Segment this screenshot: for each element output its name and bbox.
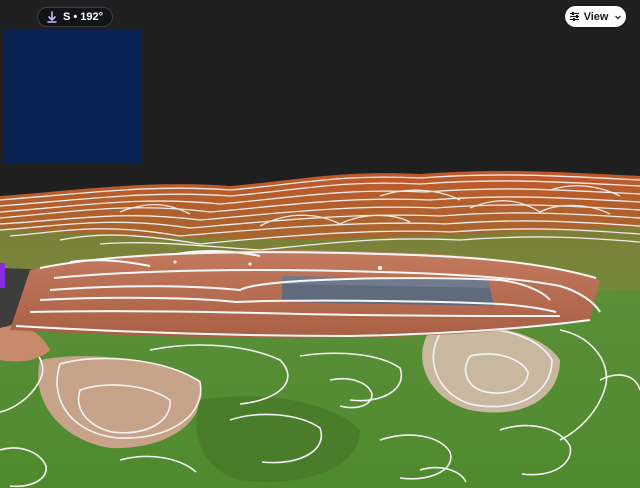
- side-panel-handle[interactable]: [0, 263, 5, 288]
- view-menu-label: View: [583, 10, 609, 23]
- compass-arrow-icon: [46, 11, 58, 23]
- sliders-icon: [569, 11, 580, 22]
- view-menu-button[interactable]: View: [565, 6, 626, 27]
- chevron-down-icon: [614, 13, 622, 21]
- compass-heading-button[interactable]: S • 192°: [37, 7, 114, 27]
- compass-heading-label: S • 192°: [63, 11, 104, 23]
- minimap-panel[interactable]: [3, 29, 142, 163]
